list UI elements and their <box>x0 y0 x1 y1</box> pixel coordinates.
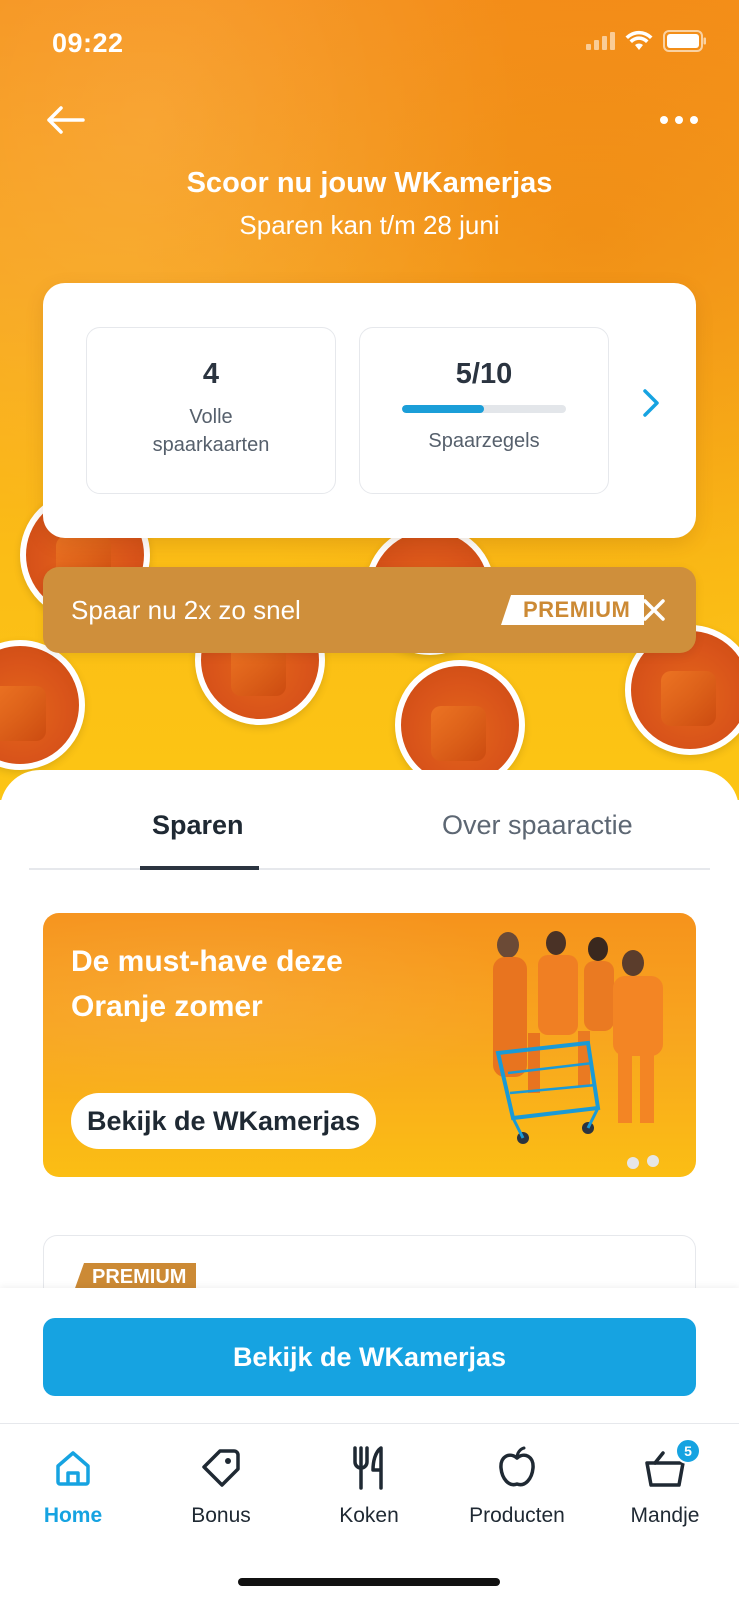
more-dots-icon <box>660 116 698 124</box>
cta-area: Bekijk de WKamerjas <box>0 1288 739 1423</box>
hero-header: 09:22 Scoor nu jouw WKamerjas Sparen kan… <box>0 0 739 800</box>
bottom-navigation: Home Bonus Koken Producten 5 Mandje <box>0 1423 739 1600</box>
battery-icon <box>663 30 707 52</box>
stamps-stat: 5/10 Spaarzegels <box>359 327 609 494</box>
tab-bar: Sparen Over spaaractie <box>29 770 710 870</box>
stamps-progress-bar <box>402 405 566 413</box>
chevron-right-icon[interactable] <box>636 383 666 423</box>
football-players-illustration <box>493 931 663 1169</box>
premium-badge: PREMIUM <box>501 595 645 625</box>
premium-banner-text: Spaar nu 2x zo snel <box>71 594 301 625</box>
nav-bonus[interactable]: Bonus <box>151 1444 291 1528</box>
top-navigation <box>0 95 739 145</box>
nav-mandje[interactable]: 5 Mandje <box>595 1438 735 1528</box>
wk-zegel-sticker <box>0 640 85 770</box>
status-bar: 09:22 <box>0 0 739 90</box>
nav-producten[interactable]: Producten <box>447 1444 587 1528</box>
nav-bonus-label: Bonus <box>191 1504 251 1527</box>
cellular-signal-icon <box>586 32 615 50</box>
basket-icon: 5 <box>595 1438 735 1492</box>
savings-stats-card[interactable]: 4 Volle spaarkaarten 5/10 Spaarzegels <box>43 283 696 538</box>
full-cards-value: 4 <box>202 358 220 390</box>
stamps-value: 5/10 <box>455 358 513 390</box>
active-tab-indicator <box>140 866 259 870</box>
nav-mandje-label: Mandje <box>630 1504 700 1527</box>
stamps-progress-fill <box>402 405 484 413</box>
page-title: Scoor nu jouw WKamerjas <box>186 167 553 199</box>
nav-producten-label: Producten <box>469 1504 565 1527</box>
status-icons <box>586 30 707 52</box>
nav-koken-label: Koken <box>339 1504 399 1527</box>
cart-count-badge: 5 <box>675 1438 701 1464</box>
view-wkamerjas-button[interactable]: Bekijk de WKamerjas <box>43 1318 696 1396</box>
back-button[interactable] <box>40 95 90 145</box>
promo-title: De must-have deze Oranje zomer <box>71 945 343 1023</box>
close-icon <box>643 599 665 621</box>
stamps-label: Spaarzegels <box>428 430 540 452</box>
more-options-button[interactable] <box>649 95 709 145</box>
home-icon <box>3 1444 143 1492</box>
arrow-left-icon <box>47 106 85 134</box>
home-indicator <box>238 1578 500 1586</box>
premium-tag: PREMIUM <box>74 1263 197 1291</box>
premium-banner[interactable]: Spaar nu 2x zo snel PREMIUM <box>43 567 696 653</box>
tab-sparen[interactable]: Sparen <box>152 810 244 841</box>
close-button[interactable] <box>634 590 674 630</box>
nav-home-label: Home <box>43 1504 103 1527</box>
tag-icon <box>151 1444 291 1492</box>
wifi-icon <box>625 30 653 52</box>
cutlery-icon <box>299 1444 439 1492</box>
full-cards-stat: 4 Volle spaarkaarten <box>86 327 336 494</box>
promo-button[interactable]: Bekijk de WKamerjas <box>71 1093 377 1149</box>
full-cards-label: Volle spaarkaarten <box>152 406 270 456</box>
apple-icon <box>447 1444 587 1492</box>
tab-over-spaaractie[interactable]: Over spaaractie <box>442 810 633 841</box>
nav-home[interactable]: Home <box>3 1444 143 1528</box>
status-time: 09:22 <box>52 28 124 58</box>
promo-banner[interactable]: De must-have deze Oranje zomer Bekijk de… <box>43 913 696 1177</box>
nav-koken[interactable]: Koken <box>299 1444 439 1528</box>
page-subtitle: Sparen kan t/m 28 juni <box>239 210 500 240</box>
